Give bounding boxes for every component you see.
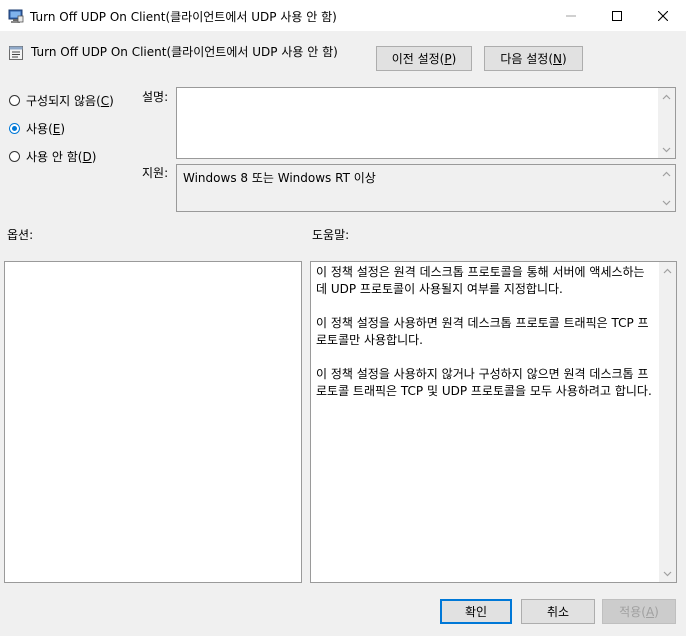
help-paragraph: 이 정책 설정은 원격 데스크톱 프로토콜을 통해 서버에 액세스하는 데 UD… [316,265,645,296]
radio-enabled[interactable]: 사용(E) [9,120,65,137]
radio-enabled-label: 사용 [26,122,49,136]
radio-not-configured[interactable]: 구성되지 않음(C) [9,92,114,109]
policy-app-icon [8,8,24,24]
chevron-down-icon [662,200,671,205]
supported-label: 지원: [142,166,169,180]
policy-setting-icon [8,45,24,61]
help-scrollbar[interactable] [659,262,676,582]
options-label: 옵션: [7,228,34,242]
next-setting-label: 다음 설정 [500,52,549,66]
next-setting-button[interactable]: 다음 설정(N) [484,46,583,71]
ok-label: 확인 [464,605,488,619]
radio-disabled-accesskey: D [82,149,92,164]
apply-accesskey: A [645,604,655,619]
radio-not-configured-label: 구성되지 않음 [26,94,97,108]
chevron-down-icon [663,571,672,576]
maximize-icon [612,10,622,21]
scroll-down-button[interactable] [659,565,676,582]
scroll-up-button[interactable] [658,88,675,105]
cancel-label: 취소 [546,605,570,619]
help-paragraph: 이 정책 설정을 사용하면 원격 데스크톱 프로토콜 트래픽은 TCP 프로토콜… [316,316,649,347]
radio-disabled-label: 사용 안 함 [26,150,78,164]
chevron-up-icon [663,268,672,273]
maximize-button[interactable] [594,0,640,31]
title-bar[interactable]: Turn Off UDP On Client(클라이언트에서 UDP 사용 안 … [0,0,686,31]
apply-button: 적용(A) [602,599,676,624]
comment-textarea[interactable] [176,87,676,159]
radio-enabled-indicator[interactable] [9,123,20,134]
chevron-up-icon [662,171,671,176]
supported-value: Windows 8 또는 Windows RT 이상 [183,171,376,185]
scroll-up-button[interactable] [659,262,676,279]
chevron-down-icon [662,147,671,152]
minimize-icon [566,15,576,16]
cancel-button[interactable]: 취소 [521,599,595,624]
radio-not-configured-accesskey: C [100,93,110,108]
minimize-button[interactable] [548,0,594,31]
radio-not-configured-indicator[interactable] [9,95,20,106]
apply-label: 적용 [619,605,642,619]
scroll-up-button[interactable] [658,165,675,182]
radio-disabled[interactable]: 사용 안 함(D) [9,148,96,165]
previous-setting-label: 이전 설정 [391,52,440,66]
next-setting-accesskey: N [553,51,562,66]
scroll-down-button[interactable] [658,141,675,158]
help-panel: 이 정책 설정은 원격 데스크톱 프로토콜을 통해 서버에 액세스하는 데 UD… [310,261,677,583]
radio-disabled-indicator[interactable] [9,151,20,162]
close-icon [658,10,668,21]
help-paragraph: 이 정책 설정을 사용하지 않거나 구성하지 않으면 원격 데스크톱 프로토콜 … [316,367,652,398]
window-title: Turn Off UDP On Client(클라이언트에서 UDP 사용 안 … [30,10,337,24]
options-panel [4,261,302,583]
help-label: 도움말: [312,228,350,242]
previous-setting-accesskey: P [444,51,452,66]
chevron-up-icon [662,94,671,99]
ok-button[interactable]: 확인 [440,599,512,624]
close-button[interactable] [640,0,686,31]
scroll-down-button[interactable] [658,194,675,211]
policy-title: Turn Off UDP On Client(클라이언트에서 UDP 사용 안 … [31,45,338,59]
supported-scrollbar[interactable] [658,165,675,211]
comment-scrollbar[interactable] [658,88,675,158]
help-text: 이 정책 설정은 원격 데스크톱 프로토콜을 통해 서버에 액세스하는 데 UD… [316,264,656,417]
radio-enabled-accesskey: E [52,121,61,136]
comment-label: 설명: [142,90,169,104]
previous-setting-button[interactable]: 이전 설정(P) [376,46,472,71]
supported-on-field: Windows 8 또는 Windows RT 이상 [176,164,676,212]
